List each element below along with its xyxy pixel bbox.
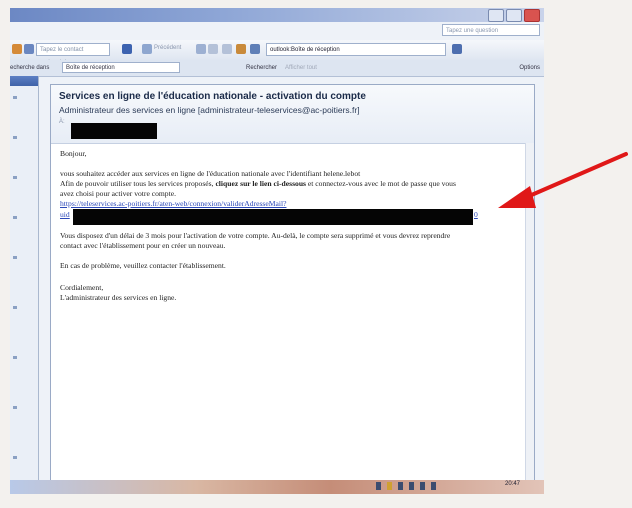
options-button[interactable]: Options xyxy=(519,65,540,71)
contact-search-input[interactable]: Tapez le contact recherché xyxy=(36,43,110,66)
back-icon[interactable] xyxy=(142,44,152,54)
folder-list-pane xyxy=(10,76,39,494)
tray-icon[interactable] xyxy=(431,482,436,490)
search-bar: echerche dans Boîte de réception Recherc… xyxy=(10,60,544,77)
forward-icon[interactable] xyxy=(196,44,206,54)
search-in-label: echerche dans xyxy=(10,65,50,71)
message-subject: Services en ligne de l'éducation nationa… xyxy=(59,91,366,102)
signature: L'administrateur des services en ligne. xyxy=(60,293,177,302)
home-icon[interactable] xyxy=(236,44,246,54)
to-label: À: xyxy=(59,119,65,125)
folder-item[interactable] xyxy=(13,456,17,459)
go-icon[interactable] xyxy=(250,44,260,54)
activation-link-continued[interactable]: uid xyxy=(60,210,70,219)
folder-item[interactable] xyxy=(13,306,17,309)
taskbar-clock: 20:47 xyxy=(504,481,520,487)
folder-item[interactable] xyxy=(13,356,17,359)
stop-icon[interactable] xyxy=(208,44,218,54)
body-line: En cas de problème, veuillez contacter l… xyxy=(60,261,226,270)
tray-icon[interactable] xyxy=(409,482,414,490)
redacted-link-part xyxy=(73,209,473,225)
contacts-icon[interactable] xyxy=(24,44,34,54)
maximize-button[interactable] xyxy=(506,9,522,22)
message-sender[interactable]: Administrateur des services en ligne [ad… xyxy=(59,105,360,115)
show-all-link[interactable]: Afficher tout xyxy=(285,65,317,71)
refresh-icon[interactable] xyxy=(222,44,232,54)
body-line: avez choisi pour activer votre compte. xyxy=(60,189,176,198)
title-bar xyxy=(10,8,544,22)
closing: Cordialement, xyxy=(60,283,104,292)
activation-link[interactable]: https://teleservices.ac-poitiers.fr/aten… xyxy=(60,199,286,208)
tray-icon[interactable] xyxy=(420,482,425,490)
folder-list-header xyxy=(10,76,38,86)
help-icon[interactable] xyxy=(122,44,132,54)
greeting: Bonjour, xyxy=(60,149,87,158)
address-field[interactable]: outlook:Boîte de réception xyxy=(266,43,446,56)
body-text-span: et connectez-vous avec le mot de passe q… xyxy=(306,179,456,188)
toolbar: Tapez le contact recherché Précédent out… xyxy=(10,40,544,66)
activation-link-end[interactable]: 0 xyxy=(474,210,478,219)
folder-item[interactable] xyxy=(13,96,17,99)
taskbar: 20:47 xyxy=(10,480,544,494)
outlook-window: Tapez une question Tapez le contact rech… xyxy=(10,8,544,494)
folder-item[interactable] xyxy=(13,176,17,179)
body-text-span: Afin de pouvoir utiliser tous les servic… xyxy=(60,179,216,188)
folder-item[interactable] xyxy=(13,136,17,139)
search-button[interactable]: Rechercher xyxy=(246,65,277,71)
vertical-scrollbar[interactable] xyxy=(525,143,534,483)
address-book-icon[interactable] xyxy=(12,44,22,54)
minimize-button[interactable] xyxy=(488,9,504,22)
back-button-label[interactable]: Précédent xyxy=(154,45,181,51)
body-line: Vous disposez d'un délai de 3 mois pour … xyxy=(60,231,451,240)
menu-bar: Tapez une question xyxy=(10,22,544,41)
window-controls xyxy=(488,9,540,22)
question-input[interactable]: Tapez une question xyxy=(442,24,540,36)
system-tray xyxy=(376,482,436,490)
body-line: contact avec l'établissement pour en cré… xyxy=(60,241,226,250)
folder-item[interactable] xyxy=(13,406,17,409)
go-button-icon[interactable] xyxy=(452,44,462,54)
folder-item[interactable] xyxy=(13,216,17,219)
reading-pane: Services en ligne de l'éducation nationa… xyxy=(50,84,535,484)
photo-frame: Tapez une question Tapez le contact rech… xyxy=(0,0,632,508)
tray-icon[interactable] xyxy=(398,482,403,490)
tray-icon[interactable] xyxy=(387,482,392,490)
folder-item[interactable] xyxy=(13,256,17,259)
search-folder-select[interactable]: Boîte de réception xyxy=(62,62,180,73)
body-line: Afin de pouvoir utiliser tous les servic… xyxy=(60,179,456,188)
message-header: Services en ligne de l'éducation nationa… xyxy=(51,85,534,144)
close-button[interactable] xyxy=(524,9,540,22)
body-bold-span: cliquez sur le lien ci-dessous xyxy=(215,179,307,188)
tray-icon[interactable] xyxy=(376,482,381,490)
redacted-recipient xyxy=(71,123,157,139)
body-line: vous souhaitez accéder aux services en l… xyxy=(60,169,361,178)
